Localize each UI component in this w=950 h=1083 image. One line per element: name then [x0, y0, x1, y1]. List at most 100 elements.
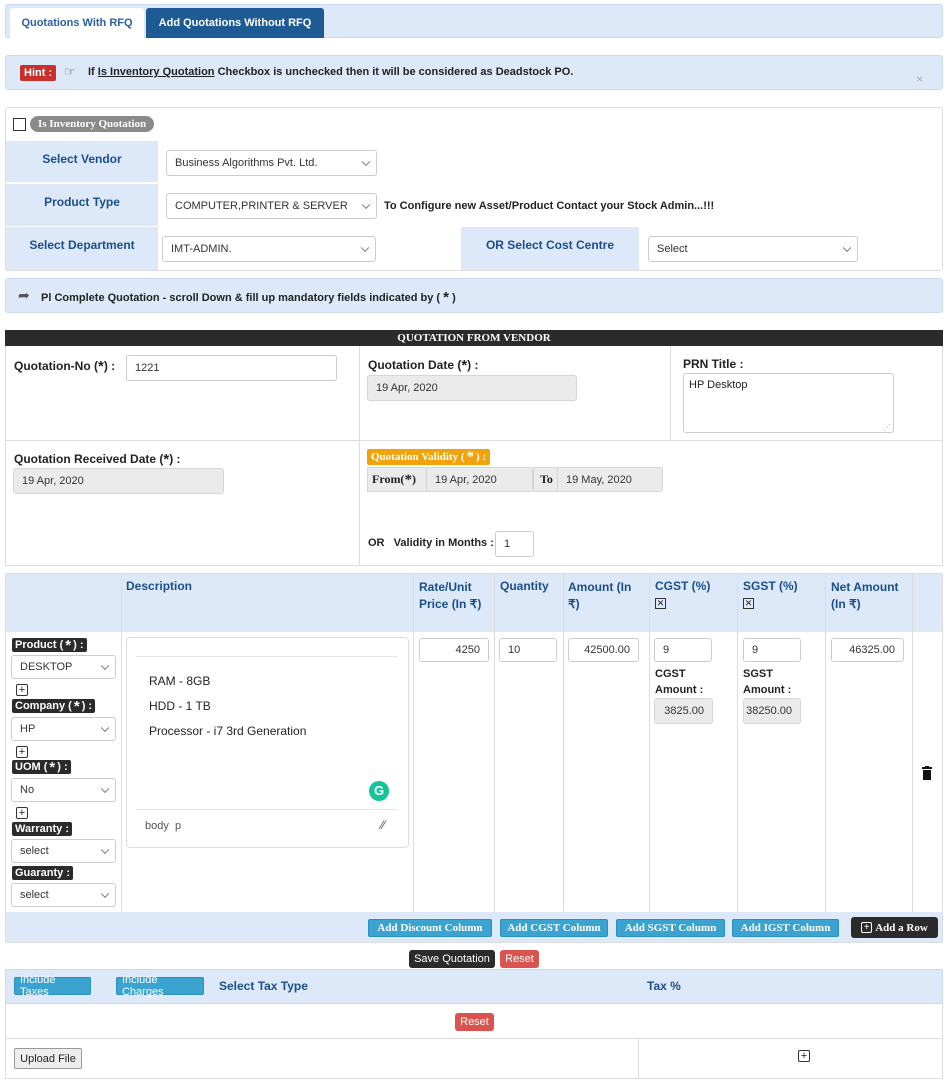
resize-handle-icon[interactable]: ⋰: [883, 423, 891, 432]
description-line-2: HDD - 1 TB: [149, 699, 211, 713]
include-taxes-button[interactable]: Include Taxes: [14, 974, 91, 998]
header-rate: Rate/Unit Price (In ₹): [419, 580, 482, 611]
add-row-button[interactable]: + Add a Row: [851, 917, 938, 938]
product-type-select[interactable]: COMPUTER,PRINTER & SERVER: [166, 193, 377, 219]
cost-centre-select[interactable]: Select: [648, 236, 858, 262]
tax-type-label: Select Tax Type: [219, 979, 308, 993]
department-select-value: IMT-ADMIN.: [171, 243, 232, 255]
validity-to-input[interactable]: 19 May, 2020: [557, 467, 663, 492]
vendor-select[interactable]: Business Algorithms Pvt. Ltd.: [166, 150, 377, 176]
product-type-select-value: COMPUTER,PRINTER & SERVER: [175, 200, 348, 212]
col-divider: [563, 574, 564, 912]
quotation-no-label: Quotation-No (*) :: [14, 358, 115, 375]
add-discount-column-button[interactable]: Add Discount Column: [368, 919, 492, 937]
header-amount: Amount (In ₹): [568, 580, 632, 611]
required-star-icon: *: [49, 758, 56, 776]
col-divider: [912, 574, 913, 912]
add-product-icon[interactable]: +: [16, 684, 28, 696]
uom-label-close: ) :: [57, 761, 68, 773]
sgst-value: 9: [752, 644, 759, 656]
hint-close-icon[interactable]: ×: [916, 72, 923, 86]
product-label-close: ) :: [73, 639, 84, 651]
guaranty-select[interactable]: select: [11, 883, 116, 907]
prn-title-textarea[interactable]: HP Desktop ⋰: [683, 373, 894, 433]
editor-resize-icon[interactable]: ⁄⁄: [381, 818, 385, 832]
net-amount-input[interactable]: 46325.00: [831, 638, 904, 662]
product-select[interactable]: DESKTOP: [11, 655, 116, 679]
department-select[interactable]: IMT-ADMIN.: [162, 236, 376, 262]
received-date-input[interactable]: 19 Apr, 2020: [13, 468, 224, 494]
quotation-date-input[interactable]: 19 Apr, 2020: [367, 375, 577, 401]
validity-from-input[interactable]: 19 Apr, 2020: [426, 467, 533, 492]
chevron-down-icon: [361, 157, 371, 167]
warranty-select[interactable]: select: [11, 839, 116, 863]
add-cgst-column-button[interactable]: Add CGST Column: [500, 919, 608, 937]
sgst-amount-value: 38250.00: [746, 705, 792, 717]
upload-file-button[interactable]: Upload File: [14, 1048, 82, 1069]
add-igst-column-button[interactable]: Add IGST Column: [732, 919, 839, 937]
quantity-value: 10: [508, 644, 521, 656]
quotation-divider-h: [5, 440, 943, 441]
hint-text: If Is Inventory Quotation Checkbox is un…: [88, 66, 573, 78]
validity-from-label-close: ): [411, 472, 416, 486]
inventory-checkbox[interactable]: [13, 118, 26, 131]
validity-from-value: 19 Apr, 2020: [435, 473, 497, 486]
quotation-no-input[interactable]: 1221: [126, 355, 337, 381]
quotation-divider-v2: [670, 346, 671, 441]
warranty-select-value: select: [20, 845, 49, 857]
cgst-input[interactable]: 9: [654, 638, 712, 662]
complete-note-text: Pl Complete Quotation - scroll Down & fi…: [41, 289, 456, 306]
cgst-amount-input[interactable]: 3825.00: [654, 698, 713, 724]
trash-icon[interactable]: [922, 766, 932, 780]
chevron-down-icon: [100, 723, 110, 733]
cgst-value: 9: [663, 644, 670, 656]
required-star-icon: *: [65, 636, 72, 654]
quotation-date-label-text: Quotation Date (: [368, 358, 462, 372]
warranty-label: Warranty :: [12, 822, 72, 836]
uom-select[interactable]: No: [11, 778, 116, 802]
add-company-icon[interactable]: +: [16, 746, 28, 758]
quotation-date-label-close: ) :: [467, 358, 479, 372]
add-file-icon[interactable]: +: [798, 1050, 810, 1062]
sgst-input[interactable]: 9: [743, 638, 801, 662]
rate-input[interactable]: 4250: [419, 638, 489, 662]
remove-sgst-icon[interactable]: ✕: [743, 598, 754, 609]
required-star-icon: *: [404, 472, 412, 488]
tab-add-quotations-without-rfq[interactable]: Add Quotations Without RFQ: [146, 8, 324, 38]
product-type-label: Product Type: [44, 195, 120, 209]
share-arrow-icon: ➦: [18, 287, 30, 303]
company-select[interactable]: HP: [11, 717, 116, 741]
prn-title-label: PRN Title :: [683, 357, 744, 371]
header-description: Description: [126, 579, 193, 593]
chevron-down-icon: [360, 243, 370, 253]
product-type-note: To Configure new Asset/Product Contact y…: [384, 200, 715, 212]
validity-label: Quotation Validity (*) :: [367, 448, 491, 465]
required-star-icon: *: [466, 448, 475, 465]
validity-from-label-text: From(: [372, 472, 405, 486]
include-charges-button[interactable]: Include Charges: [116, 974, 204, 998]
chevron-down-icon: [100, 889, 110, 899]
received-date-label-text: Quotation Received Date (: [14, 452, 164, 466]
description-editor[interactable]: [126, 637, 409, 848]
description-line-1: RAM - 8GB: [149, 674, 211, 688]
reset-button[interactable]: Reset: [500, 950, 539, 968]
amount-input[interactable]: 42500.00: [568, 638, 639, 662]
complete-note-close: ): [452, 292, 456, 304]
add-sgst-column-button[interactable]: Add SGST Column: [616, 919, 725, 937]
hint-link[interactable]: Is Inventory Quotation: [98, 66, 215, 78]
quotation-no-label-text: Quotation-No (: [14, 359, 98, 373]
validity-months-input[interactable]: 1: [495, 531, 534, 557]
tab-quotations-with-rfq[interactable]: Quotations With RFQ: [10, 8, 144, 38]
sgst-amount-input[interactable]: 38250.00: [743, 698, 801, 724]
quotation-date-value: 19 Apr, 2020: [376, 382, 438, 394]
remove-cgst-icon[interactable]: ✕: [655, 598, 666, 609]
quantity-input[interactable]: 10: [499, 638, 557, 662]
reset-taxes-button[interactable]: Reset: [455, 1013, 494, 1031]
save-quotation-button[interactable]: Save Quotation: [409, 950, 495, 968]
cgst-amount-label: CGST Amount :: [655, 668, 704, 696]
grammarly-icon[interactable]: G: [369, 781, 389, 801]
company-label-text: Company (: [15, 700, 72, 712]
upload-row-divider: [638, 1039, 639, 1079]
add-uom-icon[interactable]: +: [16, 807, 28, 819]
chevron-down-icon: [100, 845, 110, 855]
